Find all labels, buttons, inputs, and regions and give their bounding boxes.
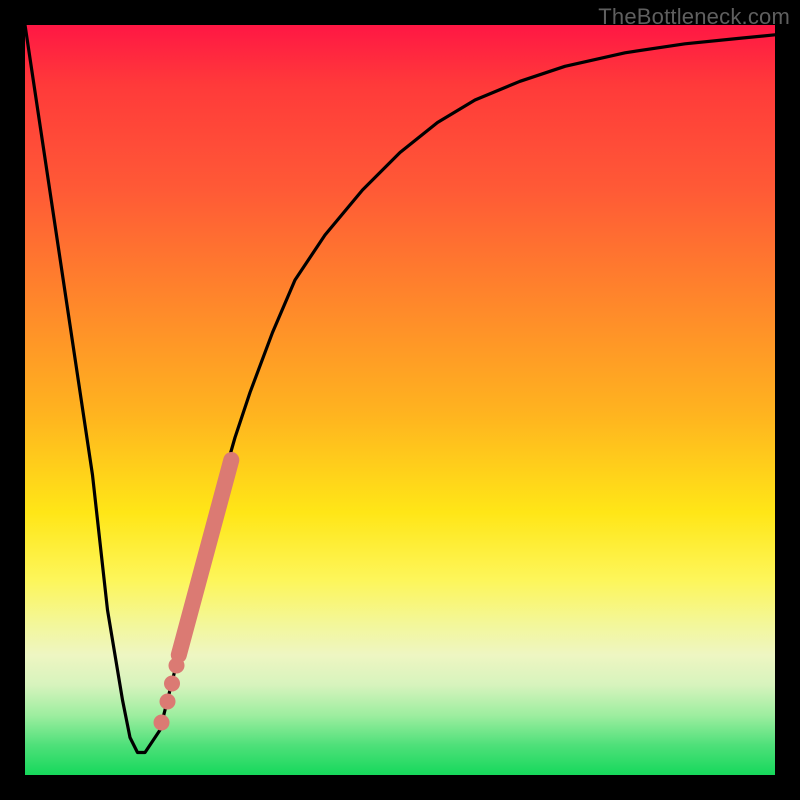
highlight-dot [160, 694, 176, 710]
highlight-dots [154, 658, 185, 731]
plot-area [25, 25, 775, 775]
highlight-dot [164, 676, 180, 692]
highlight-segment [179, 460, 232, 655]
highlight-dot [169, 658, 185, 674]
chart-frame: TheBottleneck.com [0, 0, 800, 800]
bottleneck-curve [25, 25, 775, 753]
highlight-dot [154, 715, 170, 731]
curve-svg [25, 25, 775, 775]
